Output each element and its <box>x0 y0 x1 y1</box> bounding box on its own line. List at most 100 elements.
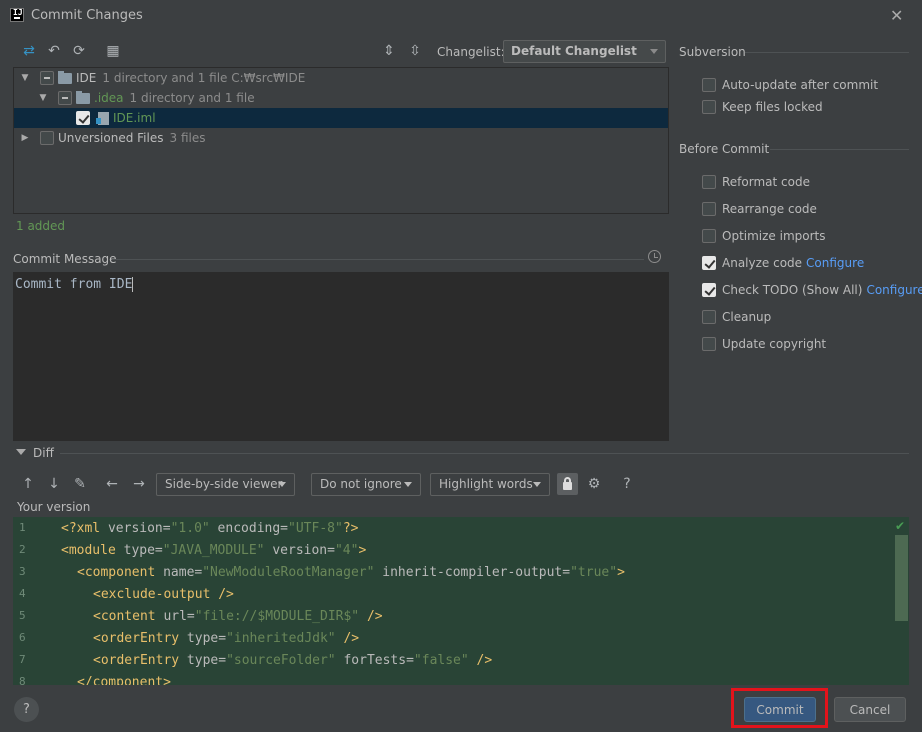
chevron-down-icon <box>404 482 412 487</box>
changelist-dropdown[interactable]: Default Changelist <box>503 40 666 63</box>
rollback-icon[interactable]: ↶ <box>45 42 63 60</box>
option-rearrange-code[interactable]: Rearrange code <box>702 202 817 216</box>
option-reformat-code[interactable]: Reformat code <box>702 175 810 189</box>
line-number: 6 <box>19 631 26 644</box>
code-scrollbar[interactable] <box>895 535 908 621</box>
diff-title: Diff <box>33 446 54 460</box>
module-folder-icon <box>58 70 72 84</box>
commit-button[interactable]: Commit <box>744 697 816 722</box>
viewer-dropdown[interactable]: Side-by-side viewer <box>156 473 295 496</box>
option-label: Auto-update after commit <box>722 78 879 92</box>
changelist-value: Default Changelist <box>511 44 637 58</box>
code-line: </component> <box>77 675 171 685</box>
no-errors-check-icon: ✔ <box>895 519 906 533</box>
line-number: 7 <box>19 653 26 666</box>
checkbox[interactable] <box>702 310 716 324</box>
tree-checkbox[interactable] <box>40 131 54 145</box>
commit-message-input[interactable]: Commit from IDE <box>13 272 669 441</box>
show-diff-icon[interactable]: ⇄ <box>20 42 38 60</box>
next-difference-icon[interactable]: ↓ <box>45 475 63 493</box>
tree-row-unversioned[interactable]: ▶ Unversioned Files 3 files <box>14 128 668 148</box>
checkbox[interactable] <box>702 175 716 189</box>
option-cleanup[interactable]: Cleanup <box>702 310 771 324</box>
option-auto-update[interactable]: Auto-update after commit <box>702 78 878 92</box>
group-by-icon[interactable]: ▦ <box>104 42 122 60</box>
tree-row-idea[interactable]: ▼ .idea 1 directory and 1 file <box>14 88 668 108</box>
chevron-down-icon <box>533 482 541 487</box>
checkbox[interactable] <box>702 229 716 243</box>
next-file-icon[interactable]: → <box>130 475 148 493</box>
chevron-down-icon[interactable]: ▼ <box>20 73 30 83</box>
checkbox[interactable] <box>702 283 716 297</box>
option-update-copyright[interactable]: Update copyright <box>702 337 826 351</box>
window-title: Commit Changes <box>31 8 143 23</box>
chevron-down-icon[interactable]: ▼ <box>38 93 48 103</box>
line-number: 3 <box>19 565 26 578</box>
tree-item-label: Unversioned Files <box>58 131 164 145</box>
expand-all-icon[interactable]: ⇕ <box>380 42 398 60</box>
checkbox[interactable] <box>702 337 716 351</box>
option-label: Analyze code <box>722 256 803 270</box>
previous-difference-icon[interactable]: ↑ <box>19 475 37 493</box>
line-number: 5 <box>19 609 26 622</box>
previous-file-icon[interactable]: ← <box>103 475 121 493</box>
option-label: Optimize imports <box>722 229 826 243</box>
code-line: <orderEntry type="sourceFolder" forTests… <box>93 653 493 668</box>
chevron-right-icon[interactable]: ▶ <box>20 133 30 143</box>
code-line: <exclude-output /> <box>93 587 234 602</box>
tree-row-ide[interactable]: ▼ IDE 1 directory and 1 file C:₩src₩IDE <box>14 68 668 88</box>
tree-checkbox[interactable] <box>58 91 72 105</box>
commit-message-label: Commit Message <box>13 252 117 266</box>
history-clock-icon[interactable] <box>648 250 661 263</box>
edit-source-icon[interactable]: ✎ <box>71 475 89 493</box>
divider <box>60 453 909 454</box>
lock-shackle <box>564 477 571 484</box>
option-label: Cleanup <box>722 310 772 324</box>
lock-scrolling-button[interactable] <box>557 473 578 495</box>
folder-icon <box>76 90 90 104</box>
divider <box>770 149 909 150</box>
tree-row-ide-iml[interactable]: IDE.iml <box>14 108 668 128</box>
cancel-button[interactable]: Cancel <box>834 697 906 722</box>
code-line: <component name="NewModuleRootManager" i… <box>77 565 625 580</box>
tree-checkbox[interactable] <box>40 71 54 85</box>
tree-item-label: .idea <box>94 91 124 105</box>
iml-file-icon <box>96 111 109 125</box>
checkbox[interactable] <box>702 78 716 92</box>
option-analyze-code[interactable]: Analyze code Configure <box>702 256 864 270</box>
checkbox[interactable] <box>702 202 716 216</box>
help-button[interactable]: ? <box>14 697 39 722</box>
code-line: <?xml version="1.0" encoding="UTF-8"?> <box>61 521 359 536</box>
ignore-value: Do not ignore <box>320 477 402 491</box>
gear-icon[interactable]: ⚙ <box>585 475 603 493</box>
checkbox[interactable] <box>702 100 716 114</box>
tree-item-meta: 3 files <box>169 131 206 145</box>
checkbox[interactable] <box>702 256 716 270</box>
option-label: Check TODO (Show All) <box>722 283 863 297</box>
tree-checkbox[interactable] <box>76 111 90 125</box>
highlight-dropdown[interactable]: Highlight words <box>430 473 550 496</box>
option-optimize-imports[interactable]: Optimize imports <box>702 229 826 243</box>
refresh-icon[interactable]: ⟳ <box>70 42 88 60</box>
chevron-down-icon[interactable] <box>16 449 26 455</box>
ignore-dropdown[interactable]: Do not ignore <box>311 473 421 496</box>
line-number: 1 <box>19 521 26 534</box>
option-check-todo[interactable]: Check TODO (Show All) Configure <box>702 283 922 297</box>
chevron-down-icon <box>278 482 286 487</box>
code-line: <module type="JAVA_MODULE" version="4"> <box>61 543 367 558</box>
help-icon[interactable]: ? <box>618 475 636 493</box>
your-version-label: Your version <box>17 500 91 514</box>
text-caret <box>132 277 134 292</box>
configure-link[interactable]: Configure <box>806 256 864 270</box>
collapse-all-icon[interactable]: ⇳ <box>406 42 424 60</box>
line-number: 8 <box>19 675 26 685</box>
tree-item-meta: 1 directory and 1 file <box>129 91 255 105</box>
changelist-label: Changelist: <box>437 45 505 59</box>
changes-tree[interactable]: ▼ IDE 1 directory and 1 file C:₩src₩IDE … <box>13 67 669 214</box>
option-keep-locked[interactable]: Keep files locked <box>702 100 823 114</box>
divider <box>745 52 909 53</box>
intellij-app-icon: IJ <box>10 8 24 22</box>
diff-code-view[interactable]: 1 2 3 4 5 6 7 8 <?xml version="1.0" enco… <box>13 517 909 685</box>
configure-link[interactable]: Configure <box>866 283 922 297</box>
close-icon[interactable]: ✕ <box>890 6 903 25</box>
